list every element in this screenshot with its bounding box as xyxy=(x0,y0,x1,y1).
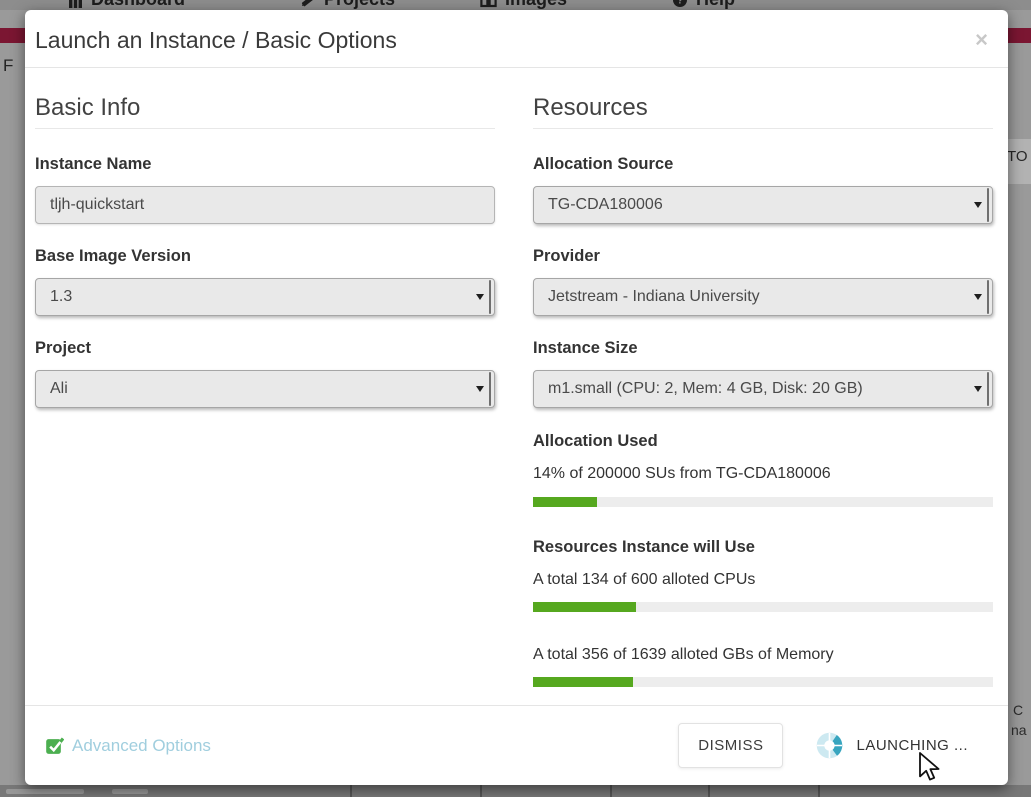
chevron-down-icon xyxy=(974,294,982,300)
project-label: Project xyxy=(35,339,495,358)
provider-select[interactable]: Jetstream - Indiana University xyxy=(533,278,993,316)
loading-spinner-icon xyxy=(816,732,843,759)
images-icon xyxy=(480,0,497,8)
nav-label: Projects xyxy=(324,0,395,10)
help-circle-icon: ? xyxy=(672,0,688,8)
project-select[interactable]: Ali xyxy=(35,370,495,408)
base-image-version-label: Base Image Version xyxy=(35,247,495,266)
nav-item-projects: Projects xyxy=(300,0,395,10)
pencil-icon xyxy=(300,0,316,8)
svg-text:?: ? xyxy=(677,0,683,7)
close-icon[interactable]: × xyxy=(975,30,988,50)
allocation-used-progress-bar xyxy=(533,497,993,507)
background-text-fragment: F xyxy=(3,56,13,76)
selected-value: m1.small (CPU: 2, Mem: 4 GB, Disk: 20 GB… xyxy=(548,380,863,398)
advanced-options-label: Advanced Options xyxy=(72,736,211,756)
project-field-group: Project Ali xyxy=(35,339,495,408)
background-text-fragment: na xyxy=(1011,722,1027,738)
modal-footer: Advanced Options DISMISS LAUNCHING ... xyxy=(25,705,1008,785)
provider-label: Provider xyxy=(533,247,993,266)
instance-size-select[interactable]: m1.small (CPU: 2, Mem: 4 GB, Disk: 20 GB… xyxy=(533,370,993,408)
allocation-used-heading: Allocation Used xyxy=(533,432,993,451)
base-image-version-select[interactable]: 1.3 xyxy=(35,278,495,316)
basic-info-heading: Basic Info xyxy=(35,94,495,129)
progress-fill xyxy=(533,677,633,687)
provider-field-group: Provider Jetstream - Indiana University xyxy=(533,247,993,316)
nav-label: Help xyxy=(696,0,735,10)
basic-info-section: Basic Info Instance Name Base Image Vers… xyxy=(35,68,495,687)
instance-size-label: Instance Size xyxy=(533,339,993,358)
resources-heading: Resources xyxy=(533,94,993,129)
instance-name-input[interactable] xyxy=(35,186,495,224)
allocation-source-label: Allocation Source xyxy=(533,155,993,174)
modal-title: Launch an Instance / Basic Options xyxy=(35,27,998,54)
progress-fill xyxy=(533,602,636,612)
bar-chart-icon xyxy=(68,0,83,8)
selected-value: Jetstream - Indiana University xyxy=(548,288,760,306)
memory-usage-text: A total 356 of 1639 alloted GBs of Memor… xyxy=(533,645,993,664)
cpu-progress-bar xyxy=(533,602,993,612)
nav-label: Dashboard xyxy=(91,0,185,10)
advanced-options-link[interactable]: Advanced Options xyxy=(45,736,211,756)
chevron-down-icon xyxy=(974,386,982,392)
modal-body: Basic Info Instance Name Base Image Vers… xyxy=(25,68,1008,687)
allocation-used-text: 14% of 200000 SUs from TG-CDA180006 xyxy=(533,464,993,483)
nav-label: Images xyxy=(505,0,567,10)
nav-item-dashboard: Dashboard xyxy=(68,0,185,10)
chevron-down-icon xyxy=(476,386,484,392)
allocation-source-select[interactable]: TG-CDA180006 xyxy=(533,186,993,224)
mouse-cursor xyxy=(918,752,944,782)
selected-value: TG-CDA180006 xyxy=(548,196,663,214)
resources-section: Resources Allocation Source TG-CDA180006… xyxy=(533,68,993,687)
dismiss-button[interactable]: DISMISS xyxy=(678,723,783,768)
selected-value: 1.3 xyxy=(50,288,72,306)
progress-fill xyxy=(533,497,597,507)
nav-item-images: Images xyxy=(480,0,567,10)
instance-size-field-group: Instance Size m1.small (CPU: 2, Mem: 4 G… xyxy=(533,339,993,408)
background-text-fragment: C xyxy=(1013,702,1023,718)
instance-name-field-group: Instance Name xyxy=(35,155,495,224)
instance-resources-heading: Resources Instance will Use xyxy=(533,538,993,557)
launch-instance-modal: Launch an Instance / Basic Options × Bas… xyxy=(25,10,1008,785)
modal-header: Launch an Instance / Basic Options × xyxy=(25,10,1008,68)
chevron-down-icon xyxy=(974,202,982,208)
background-navbar: Dashboard Projects Images ? Help xyxy=(0,0,1031,10)
allocation-source-field-group: Allocation Source TG-CDA180006 xyxy=(533,155,993,224)
base-image-version-field-group: Base Image Version 1.3 xyxy=(35,247,495,316)
launch-button[interactable]: LAUNCHING ... xyxy=(810,731,974,760)
background-table-edge xyxy=(0,785,1031,797)
selected-value: Ali xyxy=(50,380,68,398)
nav-item-help: ? Help xyxy=(672,0,735,10)
instance-name-label: Instance Name xyxy=(35,155,495,174)
cpu-usage-text: A total 134 of 600 alloted CPUs xyxy=(533,570,993,589)
background-text-fragment: TO xyxy=(1007,148,1028,165)
memory-progress-bar xyxy=(533,677,993,687)
launch-button-label: LAUNCHING ... xyxy=(856,737,968,754)
check-box-icon xyxy=(45,736,64,755)
chevron-down-icon xyxy=(476,294,484,300)
